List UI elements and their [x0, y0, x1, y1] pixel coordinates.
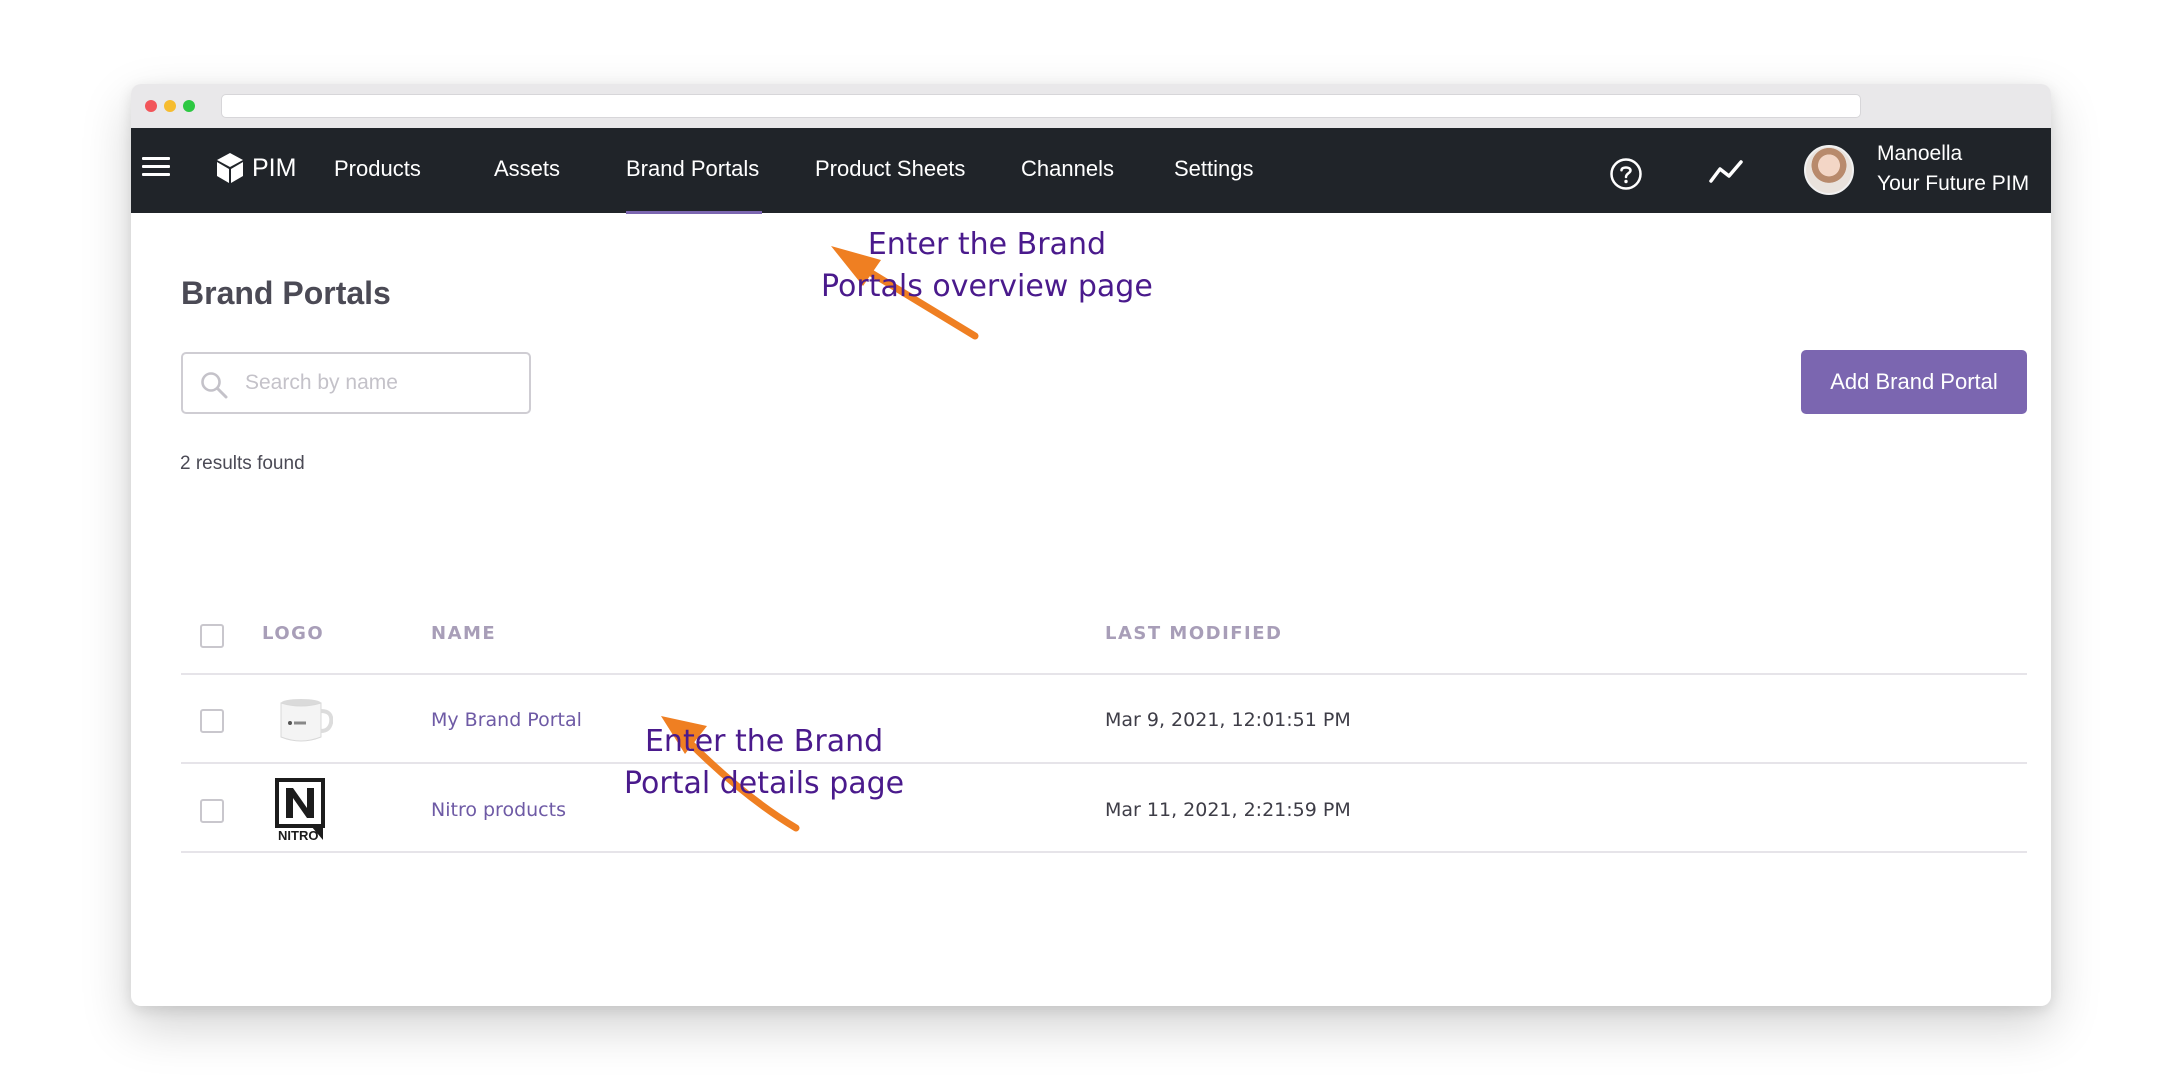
page-title: Brand Portals [181, 275, 391, 311]
mug-logo-icon [280, 699, 333, 742]
hamburger-menu-icon[interactable] [142, 155, 172, 179]
nav-settings[interactable]: Settings [1174, 156, 1254, 182]
browser-titlebar [131, 84, 2051, 128]
row-checkbox[interactable] [200, 799, 224, 823]
user-name[interactable]: Manoella [1877, 142, 1962, 166]
nav-channels[interactable]: Channels [1021, 156, 1114, 182]
top-navbar: PIM Products Assets Brand Portals Produc… [131, 128, 2051, 213]
search-icon [201, 372, 228, 399]
browser-window: PIM Products Assets Brand Portals Produc… [131, 84, 2051, 1006]
last-modified-value: Mar 9, 2021, 12:01:51 PM [1105, 709, 1351, 731]
row-checkbox[interactable] [200, 709, 224, 733]
nav-brand-portals[interactable]: Brand Portals [626, 156, 759, 182]
search-input[interactable] [245, 366, 515, 400]
portal-name-link[interactable]: Nitro products [431, 799, 566, 821]
nav-assets[interactable]: Assets [494, 156, 560, 182]
overview-annotation: Enter the Brand Portals overview page [821, 227, 1153, 304]
close-window-button[interactable] [145, 100, 157, 112]
cube-logo-icon [217, 153, 243, 183]
help-icon[interactable] [1609, 157, 1643, 191]
last-modified-value: Mar 11, 2021, 2:21:59 PM [1105, 799, 1351, 821]
select-all-checkbox[interactable] [200, 624, 224, 648]
column-header-last-modified[interactable]: LAST MODIFIED [1105, 623, 1283, 644]
table-divider [181, 673, 2027, 675]
user-company[interactable]: Your Future PIM [1877, 172, 2029, 196]
portal-name-link[interactable]: My Brand Portal [431, 709, 582, 731]
table-divider [181, 762, 2027, 764]
user-avatar[interactable] [1804, 145, 1854, 195]
column-header-name[interactable]: NAME [431, 623, 496, 644]
maximize-window-button[interactable] [183, 100, 195, 112]
active-nav-indicator [626, 211, 762, 214]
search-box[interactable] [181, 352, 531, 414]
svg-text:NITRO: NITRO [278, 828, 318, 843]
activity-chart-icon[interactable] [1708, 157, 1744, 187]
add-brand-portal-button[interactable]: Add Brand Portal [1801, 350, 2027, 414]
address-bar[interactable] [221, 94, 1861, 118]
column-header-logo[interactable]: LOGO [262, 623, 324, 644]
details-annotation: Enter the Brand Portal details page [624, 724, 905, 801]
nav-products[interactable]: Products [334, 156, 421, 182]
table-divider [181, 851, 2027, 853]
nitro-logo-icon: NITRO [275, 778, 325, 843]
minimize-window-button[interactable] [164, 100, 176, 112]
app-logo-text[interactable]: PIM [252, 154, 296, 183]
results-count: 2 results found [180, 453, 305, 474]
